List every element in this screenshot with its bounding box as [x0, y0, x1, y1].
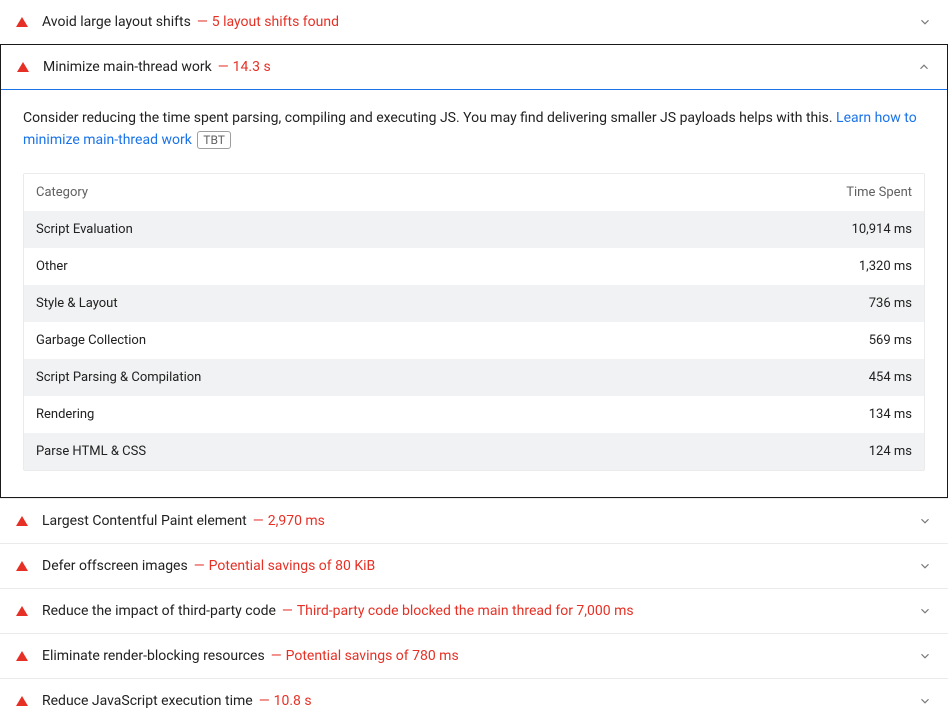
chevron-down-icon: [918, 15, 932, 29]
audit-row-minimize-main-thread[interactable]: Minimize main-thread work — 14.3 s: [1, 45, 947, 90]
warning-triangle-icon: [17, 62, 29, 72]
audit-title: Largest Contentful Paint element: [42, 513, 247, 529]
cell-time: 124 ms: [822, 444, 912, 459]
cell-category: Script Evaluation: [36, 222, 822, 237]
table-row: Style & Layout 736 ms: [24, 285, 924, 322]
header-category: Category: [36, 185, 822, 200]
cell-time: 736 ms: [822, 296, 912, 311]
audit-title: Minimize main-thread work: [43, 59, 212, 75]
audit-row-lcp-element[interactable]: Largest Contentful Paint element — 2,970…: [0, 498, 948, 543]
audit-title: Reduce JavaScript execution time: [42, 693, 253, 709]
separator-dash: —: [197, 14, 208, 30]
cell-category: Parse HTML & CSS: [36, 444, 822, 459]
audit-row-render-blocking[interactable]: Eliminate render-blocking resources — Po…: [0, 633, 948, 678]
chevron-down-icon: [918, 559, 932, 573]
audit-row-defer-offscreen[interactable]: Defer offscreen images — Potential savin…: [0, 543, 948, 588]
warning-triangle-icon: [16, 696, 28, 706]
cell-time: 569 ms: [822, 333, 912, 348]
separator-dash: —: [259, 693, 270, 709]
table-row: Rendering 134 ms: [24, 396, 924, 433]
cell-category: Garbage Collection: [36, 333, 822, 348]
cell-category: Rendering: [36, 407, 822, 422]
cell-time: 1,320 ms: [822, 259, 912, 274]
cell-time: 134 ms: [822, 407, 912, 422]
tbt-badge: TBT: [197, 131, 231, 149]
audit-description: Consider reducing the time spent parsing…: [23, 108, 925, 151]
audit-value: 14.3 s: [233, 59, 271, 75]
audit-value: Potential savings of 80 KiB: [209, 558, 376, 574]
audit-value: Potential savings of 780 ms: [286, 648, 459, 664]
warning-triangle-icon: [16, 516, 28, 526]
audit-row-third-party[interactable]: Reduce the impact of third-party code — …: [0, 588, 948, 633]
audit-description-text: Consider reducing the time spent parsing…: [23, 110, 836, 126]
audit-row-js-exec-time[interactable]: Reduce JavaScript execution time — 10.8 …: [0, 678, 948, 723]
chevron-down-icon: [918, 514, 932, 528]
audit-value: 10.8 s: [274, 693, 312, 709]
separator-dash: —: [253, 513, 264, 529]
audit-title: Avoid large layout shifts: [42, 14, 191, 30]
separator-dash: —: [194, 558, 205, 574]
chevron-down-icon: [918, 694, 932, 708]
chevron-down-icon: [918, 604, 932, 618]
chevron-down-icon: [918, 649, 932, 663]
header-time: Time Spent: [822, 185, 912, 200]
cell-time: 454 ms: [822, 370, 912, 385]
table-row: Parse HTML & CSS 124 ms: [24, 433, 924, 470]
table-row: Garbage Collection 569 ms: [24, 322, 924, 359]
table-row: Script Evaluation 10,914 ms: [24, 211, 924, 248]
audit-title: Defer offscreen images: [42, 558, 188, 574]
chevron-up-icon: [917, 60, 931, 74]
category-table: Category Time Spent Script Evaluation 10…: [23, 173, 925, 471]
cell-time: 10,914 ms: [822, 222, 912, 237]
warning-triangle-icon: [16, 651, 28, 661]
warning-triangle-icon: [16, 561, 28, 571]
audit-row-avoid-layout-shifts[interactable]: Avoid large layout shifts — 5 layout shi…: [0, 0, 948, 44]
cell-category: Script Parsing & Compilation: [36, 370, 822, 385]
audit-expanded-minimize-main-thread: Minimize main-thread work — 14.3 s Consi…: [0, 44, 948, 498]
audit-value: 5 layout shifts found: [212, 14, 339, 30]
audit-title: Eliminate render-blocking resources: [42, 648, 265, 664]
warning-triangle-icon: [16, 606, 28, 616]
audit-details: Consider reducing the time spent parsing…: [1, 90, 947, 497]
cell-category: Other: [36, 259, 822, 274]
separator-dash: —: [271, 648, 282, 664]
table-row: Other 1,320 ms: [24, 248, 924, 285]
table-header: Category Time Spent: [24, 174, 924, 211]
table-row: Script Parsing & Compilation 454 ms: [24, 359, 924, 396]
audit-value: Third-party code blocked the main thread…: [297, 603, 634, 619]
separator-dash: —: [282, 603, 293, 619]
cell-category: Style & Layout: [36, 296, 822, 311]
separator-dash: —: [218, 59, 229, 75]
warning-triangle-icon: [16, 17, 28, 27]
audit-value: 2,970 ms: [268, 513, 325, 529]
audit-title: Reduce the impact of third-party code: [42, 603, 276, 619]
